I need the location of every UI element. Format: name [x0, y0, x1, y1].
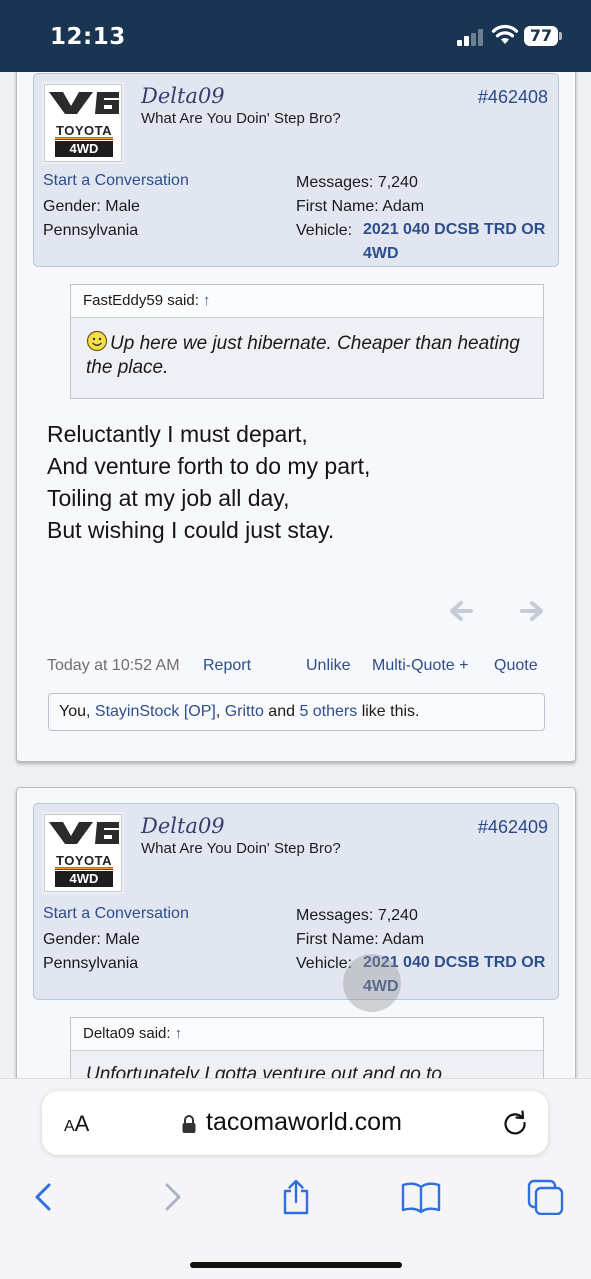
report-link[interactable]: Report	[203, 657, 251, 675]
avatar-make: TOYOTA	[56, 853, 112, 868]
likes-and: and	[263, 703, 300, 720]
avatar[interactable]: TOYOTA 4WD	[44, 814, 122, 892]
user-gender: Gender: Male	[43, 198, 140, 215]
reload-icon[interactable]	[501, 1109, 529, 1137]
address-bar[interactable]: AA tacomaworld.com	[42, 1091, 548, 1155]
post-line: Toiling at my job all day,	[47, 485, 290, 511]
quote-block: FastEddy59 said: ↑ Up here we just hibern…	[70, 284, 544, 399]
avatar-stripe	[55, 137, 113, 140]
status-bar: 12:13 77	[0, 0, 591, 72]
post-line: And venture forth to do my part,	[47, 453, 371, 479]
likes-summary: You, StayinStock [OP], Gritto and 5 othe…	[48, 693, 545, 731]
safari-toolbar: AA tacomaworld.com	[0, 1078, 591, 1279]
quote-jump-icon[interactable]: ↑	[203, 292, 211, 309]
quote-header: FastEddy59 said: ↑	[71, 285, 543, 318]
unlike-link[interactable]: Unlike	[306, 657, 350, 675]
share-icon[interactable]	[279, 1179, 313, 1215]
cellular-signal-icon	[457, 29, 485, 46]
quote-author[interactable]: Delta09 said:	[83, 1025, 171, 1042]
quote-body-text: Unfortunately I gotta venture out and go…	[86, 1064, 442, 1078]
start-conversation-link[interactable]: Start a Conversation	[43, 905, 189, 923]
quote-body-text: Up here we just hibernate. Cheaper than …	[86, 333, 520, 378]
user-info-panel: TOYOTA 4WD Delta09 What Are You Doin' St…	[33, 803, 559, 1000]
user-location: Pennsylvania	[43, 222, 139, 239]
avatar-make: TOYOTA	[56, 123, 112, 138]
tap-highlight	[343, 954, 401, 1012]
likes-user-link[interactable]: Gritto	[225, 703, 264, 720]
user-messages: Messages: 7,240	[296, 907, 418, 924]
likes-others-link[interactable]: 5 others	[299, 703, 357, 720]
user-first-name: First Name: Adam	[296, 198, 425, 215]
home-indicator[interactable]	[190, 1262, 402, 1268]
reader-options-button[interactable]: AA	[64, 1111, 89, 1137]
post: TOYOTA 4WD Delta09 What Are You Doin' St…	[16, 72, 576, 762]
forward-icon[interactable]	[155, 1179, 189, 1215]
likes-sep: ,	[215, 703, 225, 720]
multi-quote-link[interactable]: Multi-Quote +	[372, 657, 468, 675]
quote-block: Delta09 said: ↑ Unfortunately I gotta ven…	[70, 1017, 544, 1078]
username[interactable]: Delta09	[141, 84, 225, 108]
post-timestamp[interactable]: Today at 10:52 AM	[47, 657, 180, 675]
status-time: 12:13	[50, 24, 126, 50]
quote-header: Delta09 said: ↑	[71, 1018, 543, 1051]
username[interactable]: Delta09	[141, 814, 225, 838]
user-gender: Gender: Male	[43, 931, 140, 948]
vehicle-label: Vehicle:	[296, 955, 353, 972]
battery-tip	[559, 32, 562, 40]
arrow-right-icon[interactable]	[518, 599, 546, 623]
avatar-stripe	[55, 867, 113, 870]
avatar-drive: 4WD	[55, 871, 113, 887]
start-conversation-link[interactable]: Start a Conversation	[43, 172, 189, 190]
wifi-icon	[491, 24, 519, 44]
v6-logo-icon	[49, 822, 119, 844]
bookmarks-icon[interactable]	[401, 1179, 441, 1215]
vehicle-value[interactable]: 2021 040 DCSB TRD OR 4WD	[363, 218, 553, 266]
user-first-name: First Name: Adam	[296, 931, 425, 948]
smiley-icon	[86, 330, 108, 352]
quote-text: Up here we just hibernate. Cheaper than …	[71, 318, 543, 380]
post: TOYOTA 4WD Delta09 What Are You Doin' St…	[16, 787, 576, 1078]
post-number[interactable]: #462408	[478, 87, 548, 108]
thread-content[interactable]: TOYOTA 4WD Delta09 What Are You Doin' St…	[0, 72, 591, 1078]
post-line: Reluctantly I must depart,	[47, 421, 308, 447]
quote-author[interactable]: FastEddy59 said:	[83, 292, 199, 309]
vehicle-label: Vehicle:	[296, 222, 353, 239]
user-title: What Are You Doin' Step Bro?	[141, 840, 341, 857]
quote-text: Unfortunately I gotta venture out and go…	[71, 1051, 543, 1078]
user-title: What Are You Doin' Step Bro?	[141, 110, 341, 127]
url-text[interactable]: tacomaworld.com	[206, 1108, 402, 1137]
lock-icon	[182, 1115, 196, 1133]
user-location: Pennsylvania	[43, 955, 139, 972]
avatar[interactable]: TOYOTA 4WD	[44, 84, 122, 162]
likes-user-link[interactable]: StayinStock [OP]	[95, 703, 216, 720]
avatar-drive: 4WD	[55, 141, 113, 157]
post-line: But wishing I could just stay.	[47, 517, 335, 543]
arrow-left-icon[interactable]	[447, 599, 475, 623]
post-body: Reluctantly I must depart, And venture f…	[47, 418, 370, 546]
user-messages: Messages: 7,240	[296, 174, 418, 191]
likes-you: You,	[59, 703, 95, 720]
quote-jump-icon[interactable]: ↑	[175, 1025, 183, 1042]
v6-logo-icon	[49, 92, 119, 114]
back-icon[interactable]	[27, 1179, 61, 1215]
tabs-icon[interactable]	[527, 1179, 565, 1215]
likes-tail: like this.	[357, 703, 420, 720]
post-number[interactable]: #462409	[478, 817, 548, 838]
battery-icon: 77	[524, 26, 558, 46]
quote-link[interactable]: Quote	[494, 657, 538, 675]
user-info-panel: TOYOTA 4WD Delta09 What Are You Doin' St…	[33, 73, 559, 267]
